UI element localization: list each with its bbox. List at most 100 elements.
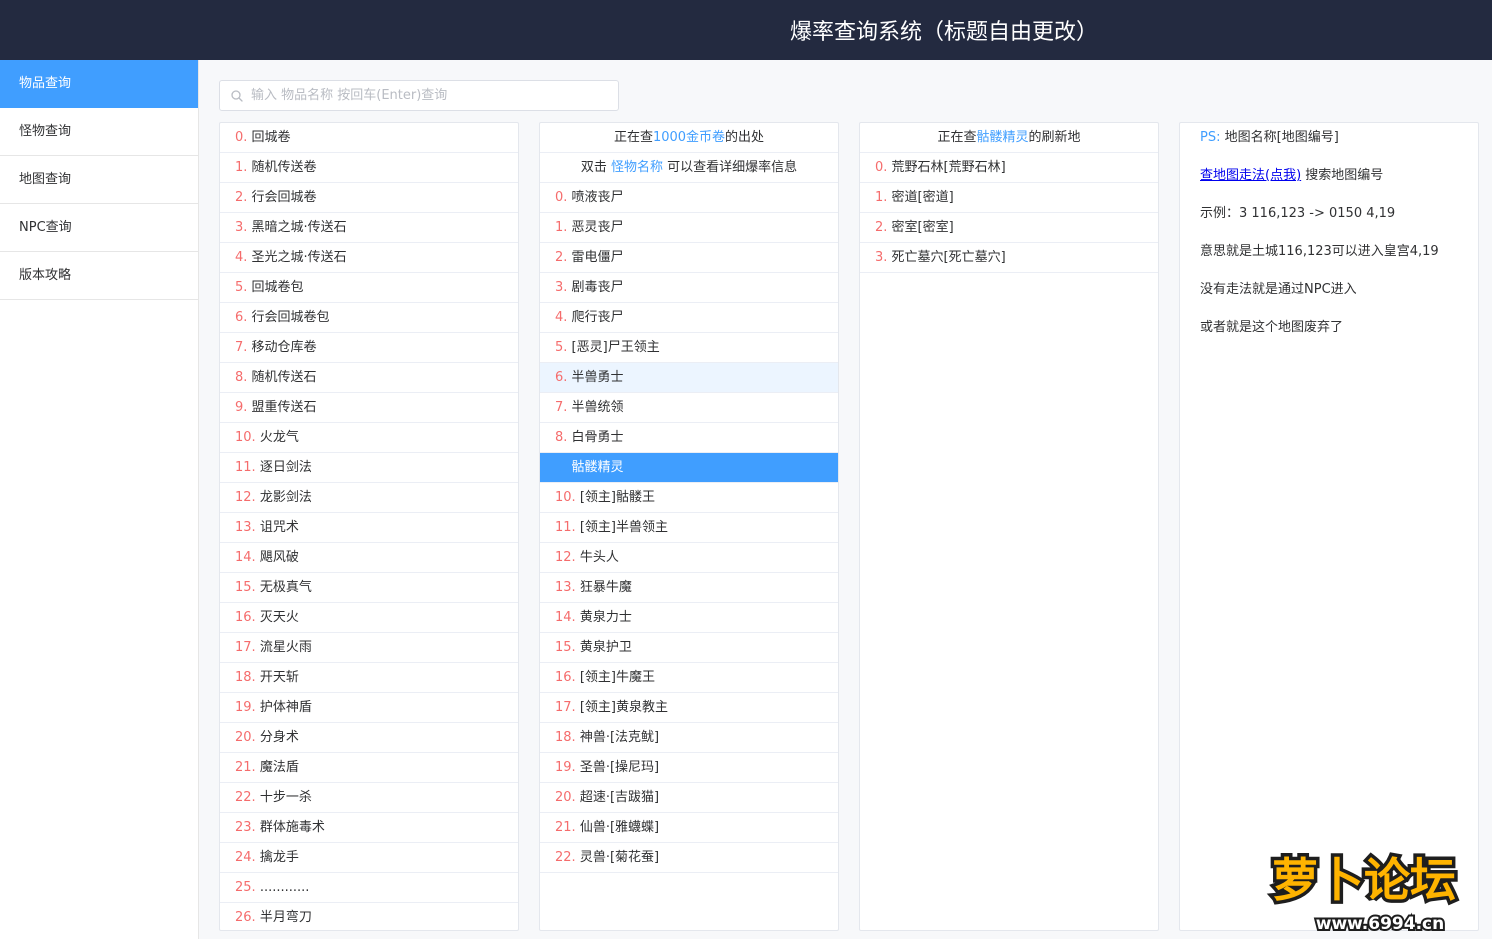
monster-list-row[interactable]: 21. 仙兽·[雅蠛蝶] bbox=[540, 813, 838, 843]
monster-list-row[interactable]: 7. 半兽统领 bbox=[540, 393, 838, 423]
monster-list-row[interactable]: 10. [领主]骷髅王 bbox=[540, 483, 838, 513]
row-index: 13. bbox=[235, 520, 260, 535]
map-list-row[interactable]: 0. 荒野石林[荒野石林] bbox=[860, 153, 1158, 183]
row-index: 13. bbox=[555, 580, 580, 595]
item-list-panel: 0. 回城卷 1. 随机传送卷 2. 行会回城卷 3. 黑暗之城·传送石 4. 圣光之城… bbox=[219, 122, 519, 931]
row-label: 黄泉力士 bbox=[579, 610, 632, 625]
monster-list-row[interactable]: 12. 牛头人 bbox=[540, 543, 838, 573]
item-list-row[interactable]: 3. 黑暗之城·传送石 bbox=[220, 213, 518, 243]
sidebar-item-maps[interactable]: 地图查询 bbox=[0, 156, 198, 204]
item-list-row[interactable]: 22. 十步一杀 bbox=[220, 783, 518, 813]
monster-list-row[interactable]: 19. 圣兽·[操尼玛] bbox=[540, 753, 838, 783]
row-index: 19. bbox=[235, 700, 260, 715]
row-index: 16. bbox=[235, 610, 260, 625]
row-label: [领主]骷髅王 bbox=[579, 490, 655, 505]
item-list-row[interactable]: 9. 盟重传送石 bbox=[220, 393, 518, 423]
row-label: 剧毒丧尸 bbox=[571, 280, 624, 295]
sidebar-item-items[interactable]: 物品查询 bbox=[0, 60, 198, 108]
map-list-row[interactable]: 2. 密室[密室] bbox=[860, 213, 1158, 243]
monster-list-row[interactable]: 14. 黄泉力士 bbox=[540, 603, 838, 633]
row-label: 喷液丧尸 bbox=[571, 190, 624, 205]
row-index: 18. bbox=[555, 730, 580, 745]
row-label: 半兽勇士 bbox=[571, 370, 624, 385]
item-list-row[interactable]: 13. 诅咒术 bbox=[220, 513, 518, 543]
monster-list-row[interactable]: 20. 超速·[吉跋猫] bbox=[540, 783, 838, 813]
map-list-row[interactable]: 1. 密道[密道] bbox=[860, 183, 1158, 213]
row-index: 17. bbox=[235, 640, 260, 655]
item-list-row[interactable]: 24. 擒龙手 bbox=[220, 843, 518, 873]
row-label: 回城卷 bbox=[251, 130, 291, 145]
monster-list-row[interactable]: 18. 神兽·[法克鱿] bbox=[540, 723, 838, 753]
monster-list-row[interactable]: 17. [领主]黄泉教主 bbox=[540, 693, 838, 723]
row-label: 骷髅精灵 bbox=[571, 460, 624, 475]
row-label: 随机传送卷 bbox=[251, 160, 317, 175]
monster-list-row[interactable]: 5. [恶灵]尸王领主 bbox=[540, 333, 838, 363]
row-index: 19. bbox=[555, 760, 580, 775]
item-list-row[interactable]: 2. 行会回城卷 bbox=[220, 183, 518, 213]
item-list-row[interactable]: 11. 逐日剑法 bbox=[220, 453, 518, 483]
item-list-row[interactable]: 5. 回城卷包 bbox=[220, 273, 518, 303]
current-monster-name: 骷髅精灵 bbox=[976, 130, 1029, 145]
map-panel-header: 正在查骷髅精灵的刷新地 bbox=[860, 123, 1158, 153]
row-label: 魔法盾 bbox=[259, 760, 299, 775]
row-label: 龙影剑法 bbox=[259, 490, 312, 505]
item-list-row[interactable]: 10. 火龙气 bbox=[220, 423, 518, 453]
row-label: 半月弯刀 bbox=[259, 910, 312, 925]
monster-list-row[interactable]: 13. 狂暴牛魔 bbox=[540, 573, 838, 603]
monster-list-row[interactable]: 3. 剧毒丧尸 bbox=[540, 273, 838, 303]
row-label: 半兽统领 bbox=[571, 400, 624, 415]
info-panel: PS: 地图名称[地图编号] 查地图走法(点我) 搜索地图编号 示例：3 116… bbox=[1179, 122, 1479, 931]
monster-list-row[interactable]: 4. 爬行丧尸 bbox=[540, 303, 838, 333]
item-list-row[interactable]: 16. 灭天火 bbox=[220, 603, 518, 633]
monster-list-row[interactable]: 6. 半兽勇士 bbox=[540, 363, 838, 393]
row-label: 圣光之城·传送石 bbox=[251, 250, 347, 265]
sidebar-item-guide[interactable]: 版本攻略 bbox=[0, 252, 198, 300]
row-index: 20. bbox=[555, 790, 580, 805]
monster-list-row[interactable]: 1. 恶灵丧尸 bbox=[540, 213, 838, 243]
item-list-row[interactable]: 14. 飓风破 bbox=[220, 543, 518, 573]
item-list-row[interactable]: 0. 回城卷 bbox=[220, 123, 518, 153]
row-index: 10. bbox=[555, 490, 580, 505]
map-list: 0. 荒野石林[荒野石林] 1. 密道[密道] 2. 密室[密室] 3. 死亡墓穴[死… bbox=[860, 153, 1158, 273]
search-input[interactable] bbox=[251, 81, 611, 110]
monster-list-row[interactable]: 8. 白骨勇士 bbox=[540, 423, 838, 453]
item-list-row[interactable]: 7. 移动仓库卷 bbox=[220, 333, 518, 363]
item-list-row[interactable]: 17. 流星火雨 bbox=[220, 633, 518, 663]
row-index: 14. bbox=[555, 610, 580, 625]
monster-list-row[interactable]: 11. [领主]半兽领主 bbox=[540, 513, 838, 543]
item-list-row[interactable]: 15. 无极真气 bbox=[220, 573, 518, 603]
monster-list-row[interactable]: 16. [领主]牛魔王 bbox=[540, 663, 838, 693]
item-list-row[interactable]: 8. 随机传送石 bbox=[220, 363, 518, 393]
sidebar-item-npc[interactable]: NPC查询 bbox=[0, 204, 198, 252]
item-list-row[interactable]: 1. 随机传送卷 bbox=[220, 153, 518, 183]
map-list-row[interactable]: 3. 死亡墓穴[死亡墓穴] bbox=[860, 243, 1158, 273]
item-list-row[interactable]: 20. 分身术 bbox=[220, 723, 518, 753]
item-list-row[interactable]: 12. 龙影剑法 bbox=[220, 483, 518, 513]
item-list-row[interactable]: 6. 行会回城卷包 bbox=[220, 303, 518, 333]
monster-list-row[interactable]: 15. 黄泉护卫 bbox=[540, 633, 838, 663]
row-index: 26. bbox=[235, 910, 260, 925]
row-label: 行会回城卷 bbox=[251, 190, 317, 205]
monster-list-row[interactable]: 0. 喷液丧尸 bbox=[540, 183, 838, 213]
monster-list-row[interactable]: 2. 雷电僵尸 bbox=[540, 243, 838, 273]
header-prefix: 正在查 bbox=[613, 130, 653, 145]
item-list-row[interactable]: 26. 半月弯刀 bbox=[220, 903, 518, 930]
row-label: 狂暴牛魔 bbox=[579, 580, 632, 595]
item-list-row[interactable]: 21. 魔法盾 bbox=[220, 753, 518, 783]
row-label: 密道[密道] bbox=[891, 190, 954, 205]
app-title: 爆率查询系统（标题自由更改） bbox=[790, 20, 1099, 45]
monster-list-row[interactable]: 22. 灵兽·[菊花蚕] bbox=[540, 843, 838, 873]
hint-suffix: 可以查看详细爆率信息 bbox=[663, 160, 798, 175]
monster-list-row[interactable]: 9. 骷髅精灵 bbox=[540, 453, 838, 483]
row-label: 密室[密室] bbox=[891, 220, 954, 235]
search-box[interactable] bbox=[219, 80, 619, 111]
item-list-row[interactable]: 4. 圣光之城·传送石 bbox=[220, 243, 518, 273]
map-route-link[interactable]: 查地图走法(点我) bbox=[1200, 168, 1301, 183]
item-list-row[interactable]: 23. 群体施毒术 bbox=[220, 813, 518, 843]
row-label: 雷电僵尸 bbox=[571, 250, 624, 265]
item-list-row[interactable]: 18. 开天斩 bbox=[220, 663, 518, 693]
row-index: 22. bbox=[555, 850, 580, 865]
item-list-row[interactable]: 25. ............ bbox=[220, 873, 518, 903]
sidebar-item-monsters[interactable]: 怪物查询 bbox=[0, 108, 198, 156]
item-list-row[interactable]: 19. 护体神盾 bbox=[220, 693, 518, 723]
